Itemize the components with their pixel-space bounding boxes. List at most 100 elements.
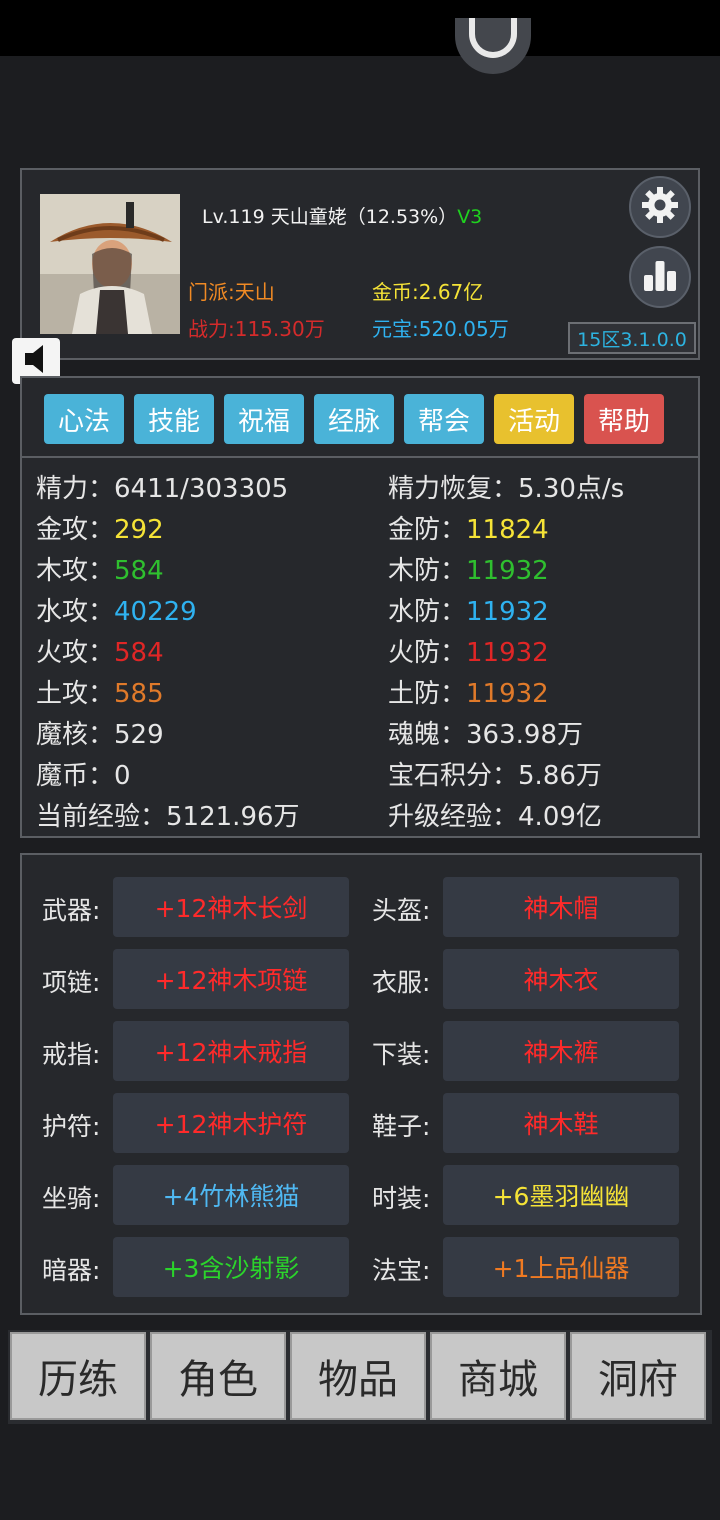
equipment-slot-button[interactable]: +3含沙射影 xyxy=(113,1237,349,1297)
equipment-slot-button[interactable]: +1上品仙器 xyxy=(443,1237,679,1297)
tab-guild[interactable]: 帮会 xyxy=(404,394,484,444)
equipment-slot-label: 时装: xyxy=(372,1184,431,1213)
stat-row: 土防：11932 xyxy=(388,673,549,710)
equipment-item-name: +1上品仙器 xyxy=(492,1254,630,1283)
stat-row: 精力恢复：5.30点/s xyxy=(388,468,624,505)
stat-value: 11824 xyxy=(466,515,549,545)
player-sect: 门派:天山 xyxy=(188,280,275,304)
settings-button[interactable] xyxy=(629,176,691,238)
speaker-icon xyxy=(21,342,51,380)
stat-label: 木防： xyxy=(388,556,467,586)
stat-value: 6411/303305 xyxy=(114,474,289,504)
stat-row: 精力：6411/303305 xyxy=(36,468,288,505)
nav-items[interactable]: 物品 xyxy=(290,1332,426,1420)
equipment-slot-label: 坐骑: xyxy=(42,1184,101,1213)
equipment-slot-label: 武器: xyxy=(42,896,101,925)
floating-ball-button[interactable] xyxy=(455,18,531,74)
stat-row: 木防：11932 xyxy=(388,550,549,587)
tab-label: 活动 xyxy=(507,406,560,437)
equipment-slot-label: 戒指: xyxy=(42,1040,101,1069)
stat-row: 宝石积分：5.86万 xyxy=(388,755,602,792)
equipment-item-name: 神木裤 xyxy=(523,1038,599,1067)
tab-help[interactable]: 帮助 xyxy=(584,394,664,444)
stat-row: 木攻：584 xyxy=(36,550,164,587)
stat-label: 土攻： xyxy=(36,679,115,709)
equipment-slot-button[interactable]: +12神木项链 xyxy=(113,949,349,1009)
stat-value: 529 xyxy=(114,720,164,750)
nav-label: 历练 xyxy=(38,1357,118,1403)
stat-label: 火防： xyxy=(388,638,467,668)
stat-value: 584 xyxy=(114,556,164,586)
nav-label: 角色 xyxy=(178,1357,258,1403)
stat-label: 宝石积分： xyxy=(388,761,519,791)
player-power: 战力:115.30万 xyxy=(188,317,325,341)
equipment-slot-button[interactable]: +4竹林熊猫 xyxy=(113,1165,349,1225)
stat-value: 585 xyxy=(114,679,164,709)
nav-cave[interactable]: 洞府 xyxy=(570,1332,706,1420)
status-bar xyxy=(0,0,720,56)
stat-value: 11932 xyxy=(466,638,549,668)
equipment-slot-button[interactable]: +12神木长剑 xyxy=(113,877,349,937)
stat-value: 5121.96万 xyxy=(166,802,300,832)
stat-row: 魔币：0 xyxy=(36,755,131,792)
profile-panel: Lv.119 天山童姥（12.53%）V3 门派:天山 战力:115.30万 金… xyxy=(20,168,700,360)
tab-label: 心法 xyxy=(57,406,110,437)
equipment-item-name: +12神木护符 xyxy=(154,1110,308,1139)
equipment-item-name: +6墨羽幽幽 xyxy=(492,1182,630,1211)
server-version-badge: 15区3.1.0.0 xyxy=(568,322,696,354)
tab-skills[interactable]: 技能 xyxy=(134,394,214,444)
tab-mental-method[interactable]: 心法 xyxy=(44,394,124,444)
equipment-slot-button[interactable]: 神木帽 xyxy=(443,877,679,937)
equipment-slot-button[interactable]: 神木裤 xyxy=(443,1021,679,1081)
function-tabs: 心法 技能 祝福 经脉 帮会 活动 帮助 xyxy=(44,394,684,444)
nav-character[interactable]: 角色 xyxy=(150,1332,286,1420)
stat-row: 当前经验：5121.96万 xyxy=(36,796,300,833)
stat-label: 水防： xyxy=(388,597,467,627)
nav-shop[interactable]: 商城 xyxy=(430,1332,566,1420)
tab-events[interactable]: 活动 xyxy=(494,394,574,444)
stat-value: 11932 xyxy=(466,679,549,709)
stat-row: 土攻：585 xyxy=(36,673,164,710)
stat-row: 火防：11932 xyxy=(388,632,549,669)
tab-meridians[interactable]: 经脉 xyxy=(314,394,394,444)
stat-value: 40229 xyxy=(114,597,197,627)
stat-label: 升级经验： xyxy=(388,802,519,832)
stat-value: 5.30点/s xyxy=(518,474,625,504)
stat-label: 土防： xyxy=(388,679,467,709)
stat-row: 金攻：292 xyxy=(36,509,164,546)
stat-value: 363.98万 xyxy=(466,720,583,750)
equipment-slot-button[interactable]: +12神木戒指 xyxy=(113,1021,349,1081)
stat-label: 魔币： xyxy=(36,761,115,791)
equipment-slot-button[interactable]: +12神木护符 xyxy=(113,1093,349,1153)
equipment-item-name: +4竹林熊猫 xyxy=(162,1182,300,1211)
tab-blessing[interactable]: 祝福 xyxy=(224,394,304,444)
equipment-slot-button[interactable]: 神木衣 xyxy=(443,949,679,1009)
equipment-item-name: 神木鞋 xyxy=(523,1110,599,1139)
stat-label: 精力恢复： xyxy=(388,474,519,504)
stat-label: 精力： xyxy=(36,474,115,504)
equipment-slot-button[interactable]: +6墨羽幽幽 xyxy=(443,1165,679,1225)
vip-badge[interactable]: V3 xyxy=(457,206,482,228)
equipment-slot-label: 法宝: xyxy=(372,1256,431,1285)
player-ingot: 元宝:520.05万 xyxy=(372,317,509,341)
stat-row: 升级经验：4.09亿 xyxy=(388,796,602,833)
equipment-slot-label: 鞋子: xyxy=(372,1112,431,1141)
equipment-item-name: +12神木戒指 xyxy=(154,1038,308,1067)
stat-label: 金防： xyxy=(388,515,467,545)
equipment-slot-label: 项链: xyxy=(42,968,101,997)
nav-training[interactable]: 历练 xyxy=(10,1332,146,1420)
stat-label: 水攻： xyxy=(36,597,115,627)
ranking-button[interactable] xyxy=(629,246,691,308)
stat-row: 魔核：529 xyxy=(36,714,164,751)
stat-row: 金防：11824 xyxy=(388,509,549,546)
equipment-slot-button[interactable]: 神木鞋 xyxy=(443,1093,679,1153)
stat-value: 4.09亿 xyxy=(518,802,602,832)
player-exp-percent: （12.53%） xyxy=(346,206,458,228)
equipment-slot-label: 衣服: xyxy=(372,968,431,997)
character-avatar[interactable] xyxy=(40,194,180,334)
equipment-item-name: +12神木长剑 xyxy=(154,894,308,923)
equipment-item-name: 神木帽 xyxy=(523,894,599,923)
equipment-item-name: +12神木项链 xyxy=(154,966,308,995)
tab-label: 帮会 xyxy=(417,406,470,437)
stat-value: 5.86万 xyxy=(518,761,602,791)
